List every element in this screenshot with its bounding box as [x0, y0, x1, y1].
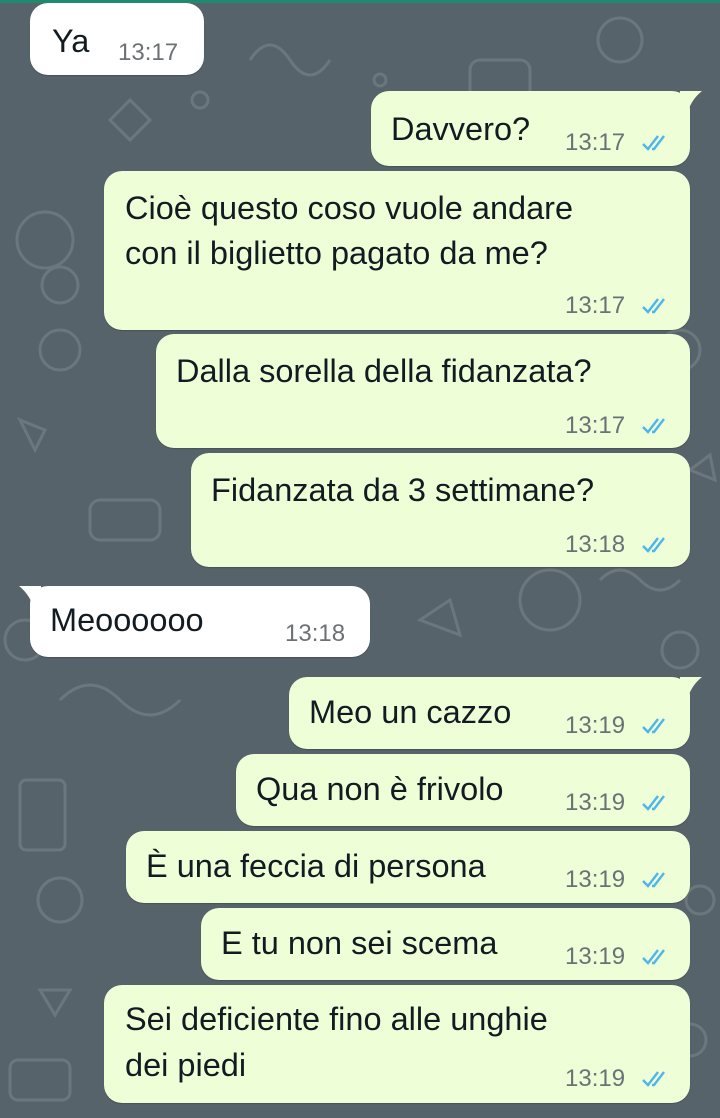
message-text: Fidanzata da 3 settimane? [211, 472, 595, 508]
double-check-read-icon [642, 949, 665, 965]
double-check-read-icon [642, 795, 665, 811]
message-time: 13:18 [565, 531, 626, 558]
message-time: 13:17 [565, 412, 626, 439]
message-time: 13:19 [565, 943, 626, 970]
message-bubble-outgoing[interactable]: È una feccia di persona 13:19 [126, 831, 690, 903]
double-check-read-icon [642, 872, 665, 888]
message-bubble-outgoing[interactable]: Dalla sorella della fidanzata? 13:17 [156, 334, 690, 448]
message-bubble-outgoing[interactable]: Qua non è frivolo 13:19 [236, 754, 690, 826]
message-text: Meoooooo [50, 602, 204, 638]
message-bubble-outgoing[interactable]: Meo un cazzo 13:19 [289, 677, 690, 749]
message-bubble-outgoing[interactable]: Cioè questo coso vuole andare con il big… [104, 171, 690, 330]
message-bubble-incoming[interactable]: Ya 13:17 [30, 3, 204, 75]
message-bubble-incoming[interactable]: Meoooooo 13:18 [30, 586, 370, 657]
message-time: 13:17 [565, 129, 626, 156]
double-check-read-icon [642, 537, 665, 553]
message-text: Dalla sorella della fidanzata? [176, 353, 592, 389]
double-check-read-icon [642, 135, 665, 151]
message-bubble-outgoing[interactable]: Sei deficiente fino alle unghie dei pied… [104, 985, 690, 1103]
double-check-read-icon [642, 1071, 665, 1087]
message-text: E tu non sei scema [221, 925, 498, 961]
message-time: 13:17 [565, 292, 626, 319]
message-time: 13:19 [565, 866, 626, 893]
message-text-line: Sei deficiente fino alle unghie [125, 1001, 548, 1037]
double-check-read-icon [642, 418, 665, 434]
outgoing-bubble-tail [680, 677, 702, 697]
message-text: È una feccia di persona [146, 848, 486, 884]
message-time: 13:19 [565, 712, 626, 739]
message-text-line: con il biglietto pagato da me? [125, 235, 548, 271]
message-time: 13:19 [565, 789, 626, 816]
message-time: 13:18 [285, 620, 346, 647]
message-text: Qua non è frivolo [256, 771, 504, 807]
message-time: 13:17 [118, 39, 179, 66]
message-text-line: Cioè questo coso vuole andare [125, 190, 574, 226]
double-check-read-icon [642, 718, 665, 734]
message-text: Davvero? [391, 111, 531, 147]
message-bubble-outgoing[interactable]: E tu non sei scema 13:19 [201, 908, 690, 980]
double-check-read-icon [642, 298, 665, 314]
message-text: Ya [52, 23, 90, 59]
outgoing-bubble-tail [680, 91, 702, 111]
message-bubble-outgoing[interactable]: Fidanzata da 3 settimane? 13:18 [191, 453, 690, 567]
message-text: Meo un cazzo [309, 694, 512, 730]
message-bubble-outgoing[interactable]: Davvero? 13:17 [371, 91, 690, 166]
message-time: 13:19 [565, 1065, 626, 1092]
message-text-line: dei piedi [125, 1047, 247, 1083]
